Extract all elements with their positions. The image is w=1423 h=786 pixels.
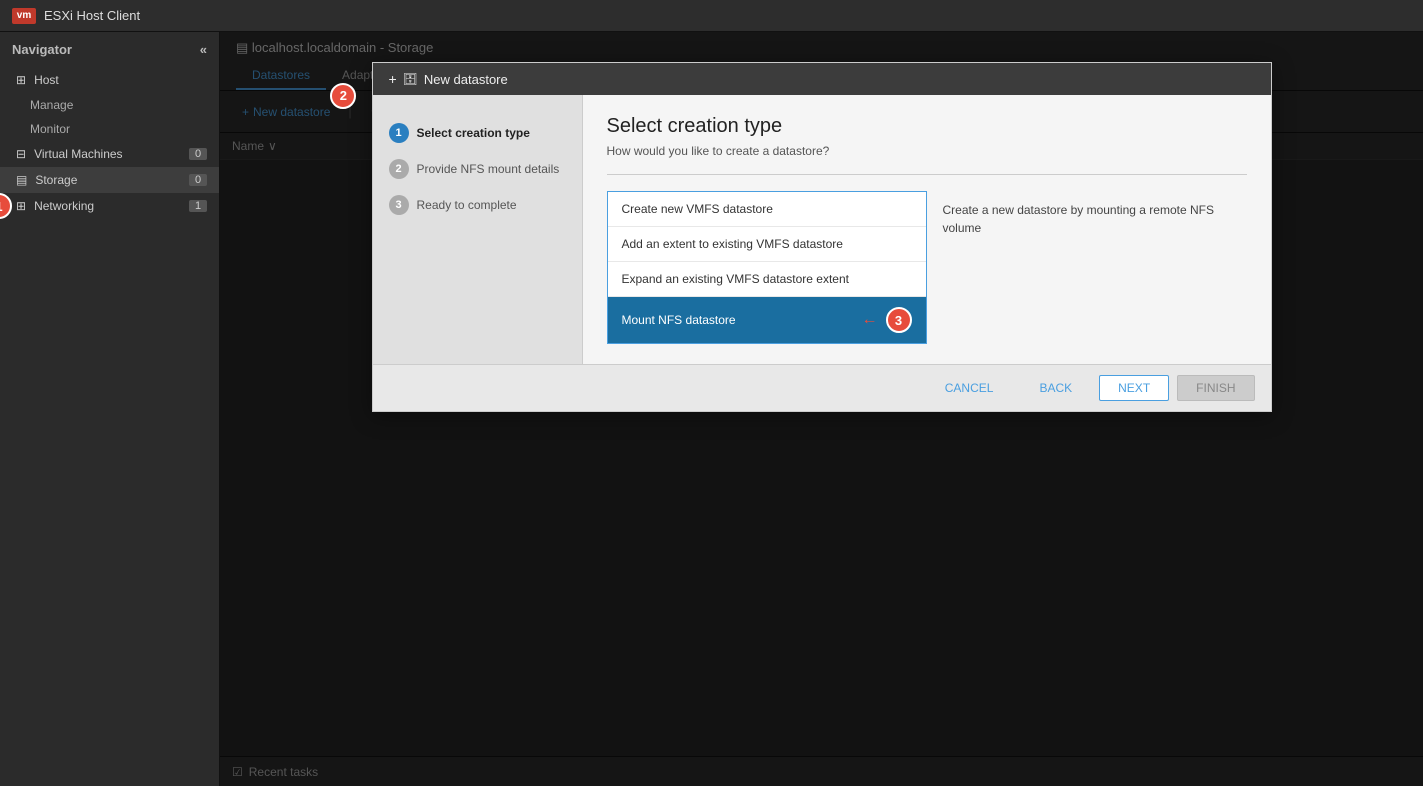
dialog-titlebar-icon2: 🗄 bbox=[403, 72, 418, 86]
option-description: Create a new datastore by mounting a rem… bbox=[927, 191, 1247, 344]
storage-icon: ▤ bbox=[16, 173, 27, 187]
arrow-icon: ← bbox=[862, 311, 878, 329]
vm-label: Virtual Machines bbox=[34, 147, 123, 161]
dialog-overlay: + 🗄 New datastore 1 Select creation type… bbox=[220, 32, 1423, 786]
creation-options-area: Create new VMFS datastore Add an extent … bbox=[607, 191, 1247, 344]
main-layout: Navigator « ⊞ Host Manage Monitor ⊟ Virt… bbox=[0, 32, 1423, 786]
dialog-titlebar: + 🗄 New datastore bbox=[373, 63, 1271, 95]
sidebar-item-networking[interactable]: ⊞ Networking 1 1 bbox=[0, 193, 219, 219]
sidebar-item-storage[interactable]: ▤ Storage 0 bbox=[0, 167, 219, 193]
sidebar-header: Navigator « bbox=[0, 32, 219, 67]
options-list: Create new VMFS datastore Add an extent … bbox=[607, 191, 927, 344]
step-1-num: 1 bbox=[389, 123, 409, 143]
dialog-body: 1 Select creation type 2 Provide NFS mou… bbox=[373, 95, 1271, 364]
content-area: ▤ localhost.localdomain - Storage Datast… bbox=[220, 32, 1423, 786]
wizard-step-3[interactable]: 3 Ready to complete bbox=[373, 187, 582, 223]
back-button[interactable]: BACK bbox=[1020, 375, 1091, 401]
dialog-footer: CANCEL BACK NEXT FINISH bbox=[373, 364, 1271, 411]
new-datastore-dialog: + 🗄 New datastore 1 Select creation type… bbox=[372, 62, 1272, 412]
vm-icon: ⊟ bbox=[16, 147, 26, 161]
wizard-section-title: Select creation type bbox=[607, 115, 1247, 138]
monitor-label: Monitor bbox=[30, 122, 70, 136]
sidebar-item-manage[interactable]: Manage bbox=[0, 93, 219, 117]
wizard-content: Select creation type How would you like … bbox=[583, 95, 1271, 364]
sidebar: Navigator « ⊞ Host Manage Monitor ⊟ Virt… bbox=[0, 32, 220, 786]
sidebar-host-label: Host bbox=[34, 73, 59, 87]
sidebar-item-monitor[interactable]: Monitor bbox=[0, 117, 219, 141]
option-add-extent[interactable]: Add an extent to existing VMFS datastore bbox=[608, 227, 926, 262]
dialog-title-text: New datastore bbox=[424, 72, 508, 87]
wizard-step-2[interactable]: 2 Provide NFS mount details bbox=[373, 151, 582, 187]
annotation-2: 2 bbox=[330, 83, 356, 109]
finish-button[interactable]: FINISH bbox=[1177, 375, 1254, 401]
mount-nfs-label: Mount NFS datastore bbox=[622, 313, 736, 327]
sidebar-item-virtual-machines[interactable]: ⊟ Virtual Machines 0 bbox=[0, 141, 219, 167]
wizard-divider bbox=[607, 174, 1247, 175]
navigator-label: Navigator bbox=[12, 42, 72, 57]
storage-badge: 0 bbox=[189, 174, 207, 186]
next-button[interactable]: NEXT bbox=[1099, 375, 1169, 401]
vm-badge: 0 bbox=[189, 148, 207, 160]
manage-label: Manage bbox=[30, 98, 73, 112]
option-mount-nfs[interactable]: Mount NFS datastore ← 3 bbox=[608, 297, 926, 343]
annotation-3: 3 bbox=[886, 307, 912, 333]
wizard-step-1[interactable]: 1 Select creation type bbox=[373, 115, 582, 151]
dialog-title-icon: + bbox=[389, 71, 397, 87]
app-title: ESXi Host Client bbox=[44, 8, 140, 23]
wizard-sidebar: 1 Select creation type 2 Provide NFS mou… bbox=[373, 95, 583, 364]
option-expand-extent[interactable]: Expand an existing VMFS datastore extent bbox=[608, 262, 926, 297]
step-3-label: Ready to complete bbox=[417, 198, 517, 212]
storage-label: Storage bbox=[35, 173, 77, 187]
step-1-label: Select creation type bbox=[417, 126, 530, 140]
step-3-num: 3 bbox=[389, 195, 409, 215]
annotation-1: 1 bbox=[0, 193, 12, 219]
vm-logo: vm bbox=[12, 8, 36, 24]
step-2-label: Provide NFS mount details bbox=[417, 162, 560, 176]
titlebar: vm ESXi Host Client bbox=[0, 0, 1423, 32]
wizard-section-subtitle: How would you like to create a datastore… bbox=[607, 144, 1247, 158]
cancel-button[interactable]: CANCEL bbox=[926, 375, 1013, 401]
networking-label: Networking bbox=[34, 199, 94, 213]
networking-badge: 1 bbox=[189, 200, 207, 212]
step-2-num: 2 bbox=[389, 159, 409, 179]
networking-icon: ⊞ bbox=[16, 199, 26, 213]
collapse-icon[interactable]: « bbox=[200, 42, 207, 57]
host-icon: ⊞ bbox=[16, 73, 26, 87]
sidebar-item-host[interactable]: ⊞ Host bbox=[0, 67, 219, 93]
option-create-vmfs[interactable]: Create new VMFS datastore bbox=[608, 192, 926, 227]
